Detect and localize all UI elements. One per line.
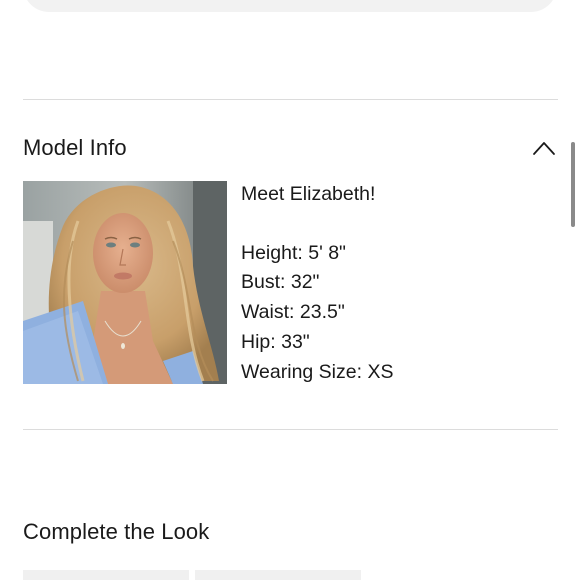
- model-info-title: Model Info: [23, 135, 127, 160]
- model-stat-height: Height: 5' 8": [241, 239, 393, 269]
- model-stat-wearing-size: Wearing Size: XS: [241, 358, 393, 388]
- stat-label: Wearing Size:: [241, 360, 363, 383]
- model-stat-bust: Bust: 32": [241, 268, 393, 298]
- stat-value: 33": [281, 330, 310, 353]
- stat-value: XS: [367, 360, 394, 383]
- stat-label: Bust:: [241, 271, 286, 294]
- model-stat-waist: Waist: 23.5": [241, 298, 393, 328]
- look-product-thumbnail[interactable]: [195, 570, 361, 580]
- scrollbar[interactable]: [571, 142, 575, 227]
- stat-value: 5' 8": [308, 241, 346, 264]
- model-intro: Meet Elizabeth!: [241, 183, 376, 205]
- look-product-thumbnail[interactable]: [23, 570, 189, 580]
- stat-label: Hip:: [241, 330, 276, 353]
- model-photo-image: [23, 181, 227, 384]
- top-button-pill[interactable]: [23, 0, 557, 12]
- model-info-details: Meet Elizabeth! Height: 5' 8" Bust: 32" …: [241, 180, 393, 387]
- stat-value: 32": [290, 271, 320, 294]
- model-photo: [23, 181, 227, 384]
- stat-label: Waist:: [241, 301, 295, 324]
- section-divider: [23, 429, 558, 430]
- complete-the-look-title: Complete the Look: [23, 519, 210, 544]
- model-info-accordion-header[interactable]: Model Info: [23, 133, 558, 163]
- section-divider: [23, 99, 558, 100]
- stat-label: Height:: [241, 241, 303, 264]
- chevron-up-icon[interactable]: [532, 140, 556, 156]
- model-stat-hip: Hip: 33": [241, 328, 393, 358]
- product-details-page: Model Info Meet Elizabeth! Height: 5' 8"…: [0, 0, 580, 580]
- stat-value: 23.5": [299, 301, 345, 324]
